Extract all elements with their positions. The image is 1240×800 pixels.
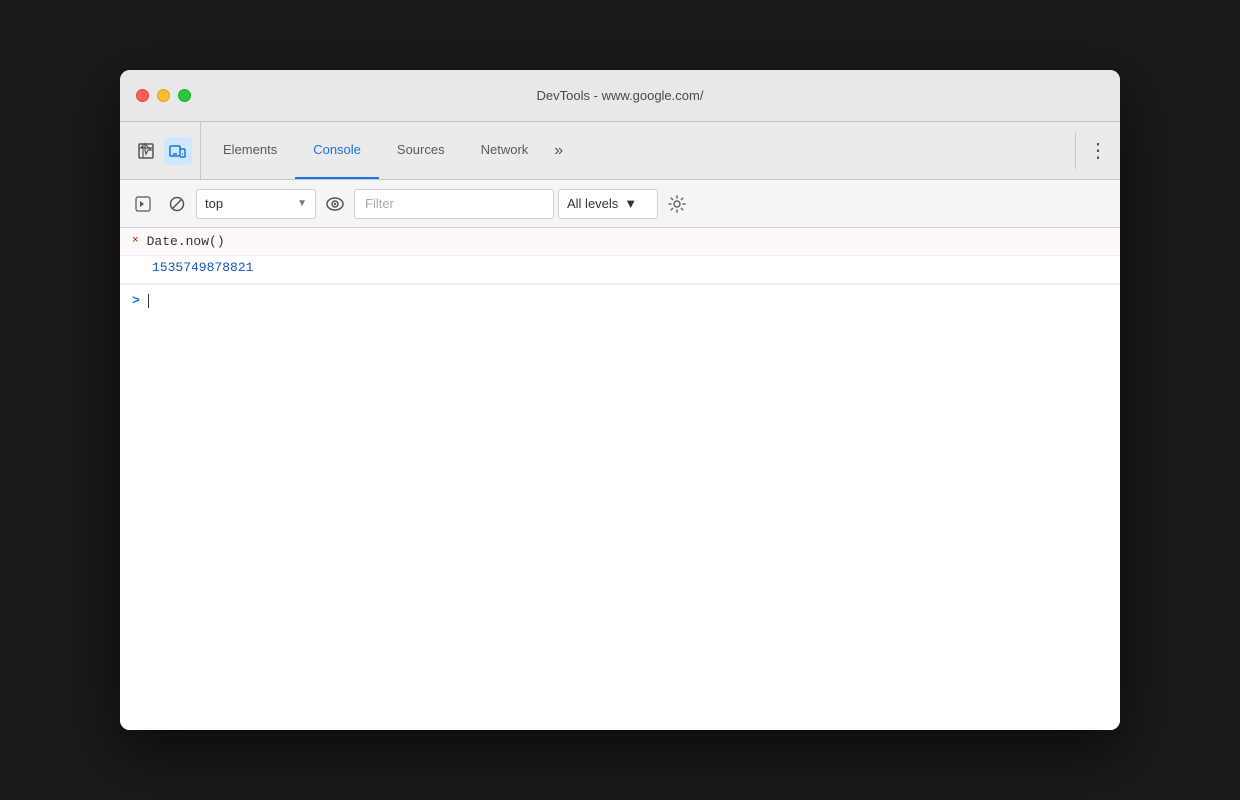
block-button[interactable]	[162, 189, 192, 219]
tab-sources[interactable]: Sources	[379, 122, 463, 179]
context-select[interactable]: top ▼	[196, 189, 316, 219]
console-toolbar: top ▼ All levels ▼	[120, 180, 1120, 228]
context-select-arrow: ▼	[297, 198, 307, 209]
devtools-panel: Elements Console Sources Network » ⋮	[120, 122, 1120, 730]
inspector-button[interactable]	[132, 137, 160, 165]
close-button[interactable]	[136, 89, 149, 102]
tab-icon-group	[124, 122, 201, 179]
text-cursor	[148, 294, 149, 308]
tabs: Elements Console Sources Network »	[205, 122, 1071, 179]
tab-menu-button[interactable]: ⋮	[1080, 122, 1116, 179]
window-title: DevTools - www.google.com/	[537, 88, 704, 103]
watch-button[interactable]	[320, 189, 350, 219]
console-code: Date.now()	[147, 234, 225, 249]
maximize-button[interactable]	[178, 89, 191, 102]
console-output: × Date.now() 1535749878821 >	[120, 228, 1120, 730]
console-input-line[interactable]: >	[120, 284, 1120, 316]
console-number: 1535749878821	[152, 260, 253, 275]
console-entry: × Date.now()	[120, 228, 1120, 256]
execute-button[interactable]	[128, 189, 158, 219]
traffic-lights	[136, 89, 191, 102]
tab-bar: Elements Console Sources Network » ⋮	[120, 122, 1120, 180]
console-result: 1535749878821	[120, 256, 1120, 284]
tab-network[interactable]: Network	[463, 122, 547, 179]
tab-console[interactable]: Console	[295, 122, 379, 179]
levels-arrow-icon: ▼	[624, 196, 637, 211]
device-button[interactable]	[164, 137, 192, 165]
tab-overflow-button[interactable]: »	[546, 122, 571, 179]
tab-elements[interactable]: Elements	[205, 122, 295, 179]
error-icon: ×	[132, 235, 139, 247]
settings-button[interactable]	[662, 189, 692, 219]
levels-select[interactable]: All levels ▼	[558, 189, 658, 219]
input-prompt-icon: >	[132, 293, 140, 308]
minimize-button[interactable]	[157, 89, 170, 102]
filter-input[interactable]	[354, 189, 554, 219]
tab-separator	[1075, 132, 1076, 169]
title-bar: DevTools - www.google.com/	[120, 70, 1120, 122]
